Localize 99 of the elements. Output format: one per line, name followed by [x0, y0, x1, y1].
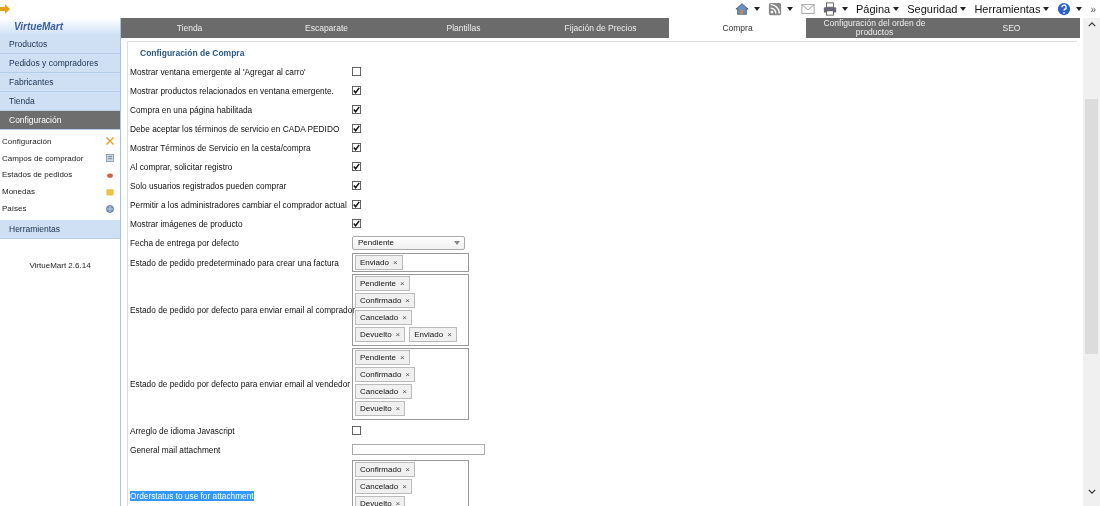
tag: Confirmado × — [355, 293, 416, 308]
tag-field[interactable]: Confirmado × Cancelado × Devuelto × — [352, 460, 469, 506]
field-label: Fecha de entrega por defecto — [130, 237, 239, 248]
remove-button[interactable]: × — [392, 258, 398, 267]
field-label: General mail attachment — [130, 444, 221, 455]
sidebar-item[interactable]: Productos — [0, 35, 120, 54]
remove-button[interactable]: × — [402, 313, 407, 322]
submenu-item[interactable]: Configuración — [0, 133, 120, 150]
submenu-item[interactable]: Países — [0, 200, 120, 217]
chevron-down-icon[interactable] — [1087, 489, 1096, 494]
tag: Enviado × — [355, 255, 403, 270]
caret-icon — [893, 7, 900, 11]
checkbox[interactable] — [352, 162, 361, 171]
field-label: Estado de pedido por defecto para enviar email al vendedor — [130, 379, 350, 389]
checkbox[interactable] — [352, 219, 361, 228]
checkbox[interactable] — [352, 200, 361, 209]
field-label: Mostrar productos relacionados en ventana emergente. — [130, 85, 334, 96]
caret-icon — [1043, 7, 1050, 11]
field-label: Solo usuarios registrados pueden comprar — [130, 180, 287, 191]
field-label: Mostrar imágenes de producto — [130, 218, 243, 229]
chevron-up-icon[interactable] — [1087, 22, 1096, 27]
menu-button[interactable]: Seguridad — [907, 3, 967, 15]
help-button[interactable] — [1057, 2, 1083, 16]
tab[interactable]: Plantillas — [395, 18, 532, 38]
tag: Pendiente × — [355, 276, 410, 291]
remove-button[interactable]: × — [402, 387, 407, 396]
remove-button[interactable]: × — [395, 404, 401, 413]
overflow-button[interactable]: » — [1090, 3, 1096, 15]
checkbox[interactable] — [352, 124, 361, 133]
caret-icon — [454, 240, 460, 245]
remove-button[interactable]: × — [400, 353, 405, 362]
menu-button[interactable]: Herramientas — [974, 3, 1050, 15]
remove-button[interactable]: × — [395, 499, 401, 506]
field-label: Permitir a los administradores cambiar el comprador actual — [130, 199, 347, 210]
sidebar-item[interactable]: Tienda — [0, 92, 120, 111]
checkbox[interactable] — [352, 67, 361, 76]
sidebar-item[interactable]: Fabricantes — [0, 73, 120, 92]
remove-button[interactable]: × — [405, 370, 411, 379]
remove-button[interactable]: × — [405, 465, 411, 474]
field-label: Al comprar, solicitar registro — [130, 161, 233, 172]
tag: Confirmado × — [355, 462, 416, 477]
checkbox[interactable] — [352, 105, 361, 114]
sidebar-item[interactable]: Configuración — [0, 111, 120, 130]
field-label: Debe aceptar los términos de servicio en CADA PEDIDO — [130, 123, 340, 134]
scrollbar[interactable] — [1083, 18, 1100, 506]
tab[interactable]: Escaparate — [258, 18, 395, 38]
tag: Devuelto × — [355, 496, 406, 506]
field-label: Arreglo de idioma Javascript — [130, 425, 235, 436]
field-label: Mostrar ventana emergente al 'Agregar al carro' — [130, 66, 306, 77]
tag: Cancelado × — [355, 479, 412, 494]
remove-button[interactable]: × — [402, 482, 407, 491]
sidebar-item[interactable]: Herramientas — [0, 220, 120, 239]
remove-button[interactable]: × — [400, 279, 405, 288]
form-icon — [105, 153, 115, 164]
folder-icon — [105, 186, 115, 197]
remove-button[interactable]: × — [405, 296, 411, 305]
tag: Cancelado × — [355, 384, 412, 399]
submenu-item[interactable]: Estados de pedidos — [0, 166, 120, 184]
remove-button[interactable]: × — [395, 330, 401, 339]
field-label: Orderstatus to use for attachment — [130, 491, 254, 501]
field-label: Compra en una página habilitada — [130, 104, 253, 115]
tag: Devuelto × — [355, 401, 406, 416]
tag: Pendiente × — [355, 350, 410, 365]
version-text: VirtueMart 2.6.14 — [28, 261, 92, 270]
tab[interactable]: Compra — [669, 18, 806, 38]
tab[interactable]: SEO — [943, 18, 1080, 38]
field-label: Estado de pedido predeterminado para crear una factura — [130, 257, 339, 268]
field-label: Mostrar Términos de Servicio en la cesta/compra — [130, 142, 311, 153]
checkbox[interactable] — [352, 181, 361, 190]
dropdown[interactable]: Pendiente — [352, 235, 465, 250]
input-field[interactable] — [352, 444, 485, 455]
menu-button[interactable]: Página — [856, 3, 900, 15]
checkbox[interactable] — [352, 426, 361, 435]
tools-icon — [105, 136, 115, 147]
checkbox[interactable] — [352, 143, 361, 152]
sidebar-item[interactable]: Pedidos y compradores — [0, 54, 120, 73]
caret-icon — [842, 7, 848, 11]
tab[interactable]: Fijación de Precios — [532, 18, 669, 38]
caret-icon — [1076, 7, 1083, 11]
caret-icon — [960, 7, 967, 11]
globe-icon — [105, 203, 115, 214]
tag: Cancelado × — [355, 310, 412, 325]
tag: Confirmado × — [355, 367, 416, 382]
submenu-item[interactable]: Monedas — [0, 183, 120, 201]
print-button[interactable] — [823, 2, 848, 16]
logo[interactable]: VirtueMart — [0, 18, 120, 35]
caret-icon — [787, 7, 793, 11]
remove-button[interactable]: × — [447, 330, 452, 339]
tag: Enviado × — [409, 327, 457, 342]
tab[interactable]: Configuración del orden de productos — [806, 18, 943, 38]
checkbox[interactable] — [352, 86, 361, 95]
tag-field[interactable]: Pendiente × Confirmado × Cancelado × Devuelto × — [352, 348, 469, 420]
submenu-item[interactable]: Campos de comprador — [0, 149, 120, 167]
caret-icon — [754, 7, 760, 11]
tag-field[interactable]: Enviado × — [352, 253, 469, 272]
tab[interactable]: Tienda — [121, 18, 258, 38]
tag: Devuelto × — [355, 327, 406, 342]
feed-button[interactable] — [768, 2, 793, 16]
home-button[interactable] — [735, 2, 760, 16]
